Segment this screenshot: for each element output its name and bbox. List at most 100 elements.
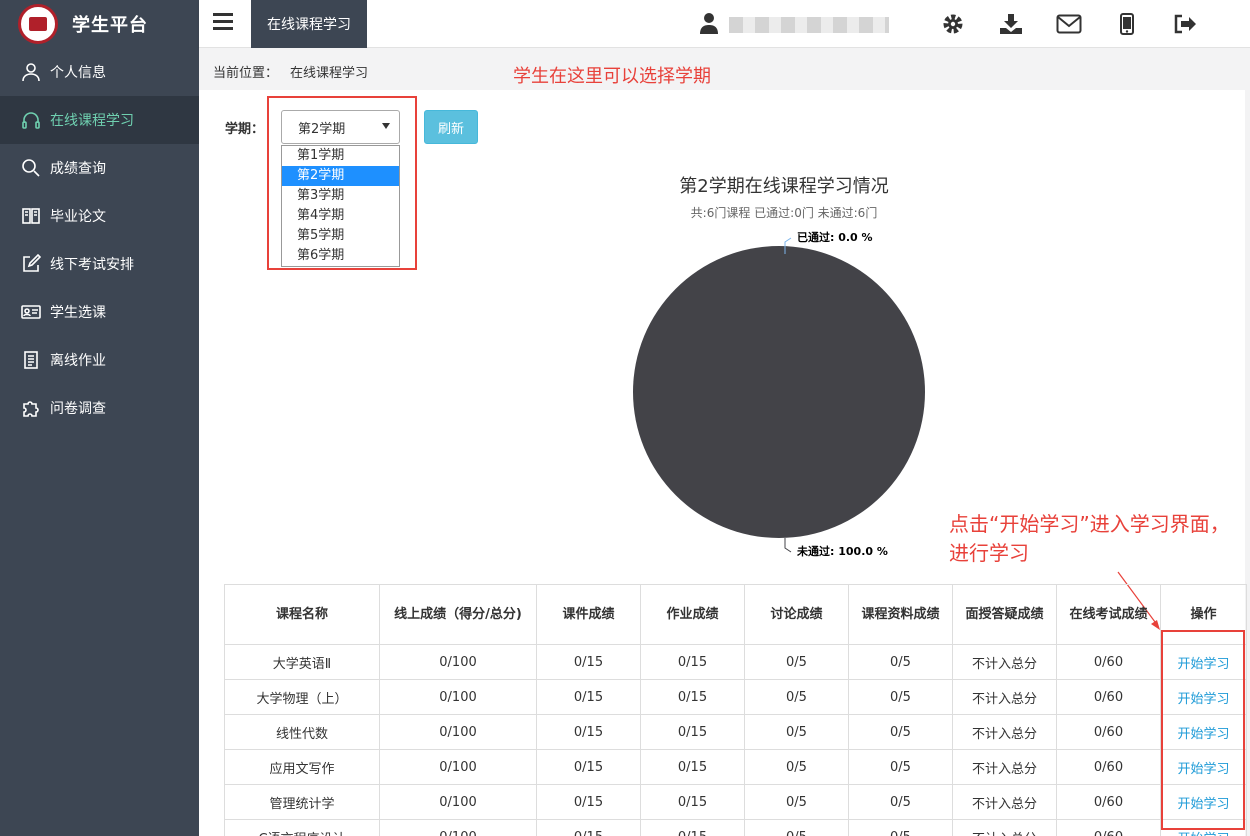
table-cell: 0/15 <box>536 784 641 820</box>
table-cell: 0/100 <box>379 749 537 785</box>
main-content: 当前位置： 在线课程学习 学生在这里可以选择学期 学期： 第2学期 刷新 第1学期… <box>199 48 1250 836</box>
mobile-icon[interactable] <box>1098 12 1156 36</box>
id-card-icon <box>20 301 42 323</box>
sidebar-item-label: 毕业论文 <box>50 209 106 225</box>
start-study-link[interactable]: 开始学习 <box>1177 657 1229 672</box>
table-cell: 0/60 <box>1056 714 1161 750</box>
semester-option[interactable]: 第5学期 <box>282 226 399 246</box>
settings-icon[interactable] <box>924 12 982 36</box>
table-cell: 0/15 <box>536 749 641 785</box>
start-study-link[interactable]: 开始学习 <box>1177 762 1229 777</box>
sidebar: 学生平台 个人信息 在线课程学习 成绩查询 毕业论文 线下考试安排 学生选课 离… <box>0 0 199 836</box>
column-header: 课程名称 <box>224 584 380 645</box>
sidebar-item-thesis[interactable]: 毕业论文 <box>0 192 199 240</box>
semester-option[interactable]: 第3学期 <box>282 186 399 206</box>
table-cell: 0/60 <box>1056 749 1161 785</box>
top-bar: 在线课程学习 <box>199 0 1250 48</box>
table-cell: 0/15 <box>640 819 745 836</box>
user-icon <box>20 61 42 83</box>
sidebar-item-label: 个人信息 <box>50 65 106 81</box>
semester-option[interactable]: 第4学期 <box>282 206 399 226</box>
sidebar-item-course-select[interactable]: 学生选课 <box>0 288 199 336</box>
table-cell: 0/15 <box>640 679 745 715</box>
sidebar-item-offline-exam[interactable]: 线下考试安排 <box>0 240 199 288</box>
table-cell: 不计入总分 <box>952 819 1057 836</box>
table-cell: 应用文写作 <box>224 749 380 785</box>
edit-icon <box>20 253 42 275</box>
start-study-link[interactable]: 开始学习 <box>1177 832 1229 836</box>
start-study-link[interactable]: 开始学习 <box>1177 797 1229 812</box>
sidebar-item-grades[interactable]: 成绩查询 <box>0 144 199 192</box>
semester-option-selected[interactable]: 第2学期 <box>282 166 399 186</box>
tab-online-course[interactable]: 在线课程学习 <box>251 0 367 48</box>
table-cell: 不计入总分 <box>952 644 1057 680</box>
sidebar-item-online-course[interactable]: 在线课程学习 <box>0 96 199 144</box>
table-header-row: 课程名称 线上成绩（得分/总分) 课件成绩 作业成绩 讨论成绩 课程资料成绩 面… <box>224 584 1247 645</box>
table-cell: 0/5 <box>848 679 953 715</box>
pie-slice-1 <box>633 246 925 538</box>
logout-icon[interactable] <box>1156 12 1214 36</box>
table-cell: 0/100 <box>379 644 537 680</box>
user-name-redacted <box>729 17 889 33</box>
table-row: 大学物理（上） 0/100 0/15 0/15 0/5 0/5 不计入总分 0/… <box>224 679 1247 715</box>
sidebar-item-label: 离线作业 <box>50 353 106 369</box>
table-cell: 0/15 <box>640 714 745 750</box>
caret-down-icon <box>382 123 390 129</box>
table-cell: 0/100 <box>379 679 537 715</box>
semester-dropdown: 第1学期 第2学期 第3学期 第4学期 第5学期 第6学期 <box>281 145 400 267</box>
semester-option[interactable]: 第6学期 <box>282 246 399 266</box>
table-cell: 0/100 <box>379 784 537 820</box>
mail-icon[interactable] <box>1040 12 1098 36</box>
menu-toggle-icon[interactable] <box>213 13 233 33</box>
start-study-hint-annotation: 点击“开始学习”进入学习界面，进行学习 <box>949 512 1230 565</box>
sidebar-item-label: 成绩查询 <box>50 161 106 177</box>
breadcrumb-current: 在线课程学习 <box>290 66 369 81</box>
semester-label: 学期： <box>225 122 265 137</box>
sidebar-item-label: 线下考试安排 <box>50 257 134 273</box>
download-icon[interactable] <box>982 12 1040 36</box>
table-cell: 线性代数 <box>224 714 380 750</box>
column-header: 操作 <box>1160 584 1247 645</box>
user-area[interactable] <box>699 12 889 38</box>
table-cell: 0/15 <box>536 819 641 836</box>
table-cell: 不计入总分 <box>952 679 1057 715</box>
column-header: 课程资料成绩 <box>848 584 953 645</box>
sidebar-item-profile[interactable]: 个人信息 <box>0 48 199 96</box>
column-header: 线上成绩（得分/总分) <box>379 584 537 645</box>
semester-option[interactable]: 第1学期 <box>282 146 399 166</box>
document-icon <box>20 349 42 371</box>
pie-leader-line <box>784 538 792 553</box>
table-cell: 0/5 <box>848 749 953 785</box>
table-cell: C语言程序设计 <box>224 819 380 836</box>
sidebar-item-label: 学生选课 <box>50 305 106 321</box>
sidebar-item-offline-homework[interactable]: 离线作业 <box>0 336 199 384</box>
table-cell: 0/15 <box>536 644 641 680</box>
start-study-link[interactable]: 开始学习 <box>1177 727 1229 742</box>
breadcrumb: 当前位置： 在线课程学习 <box>213 62 368 81</box>
sidebar-nav: 个人信息 在线课程学习 成绩查询 毕业论文 线下考试安排 学生选课 离线作业 问… <box>0 48 199 432</box>
table-row: 线性代数 0/100 0/15 0/15 0/5 0/5 不计入总分 0/60 … <box>224 714 1247 750</box>
breadcrumb-prefix: 当前位置： <box>213 66 279 81</box>
sidebar-item-label: 问卷调查 <box>50 401 106 417</box>
table-cell: 开始学习 <box>1160 784 1247 820</box>
book-icon <box>20 205 42 227</box>
table-cell: 0/100 <box>379 714 537 750</box>
pie-data-label: 已通过: 0.0 % <box>797 230 873 244</box>
table-cell: 管理统计学 <box>224 784 380 820</box>
table-cell: 0/5 <box>848 819 953 836</box>
sidebar-item-survey[interactable]: 问卷调查 <box>0 384 199 432</box>
table-cell: 0/15 <box>640 644 745 680</box>
table-row: 应用文写作 0/100 0/15 0/15 0/5 0/5 不计入总分 0/60… <box>224 749 1247 785</box>
semester-select[interactable]: 第2学期 <box>281 110 400 144</box>
start-study-link[interactable]: 开始学习 <box>1177 692 1229 707</box>
table-cell: 开始学习 <box>1160 819 1247 836</box>
refresh-button[interactable]: 刷新 <box>424 110 478 144</box>
chart-subtitle: 共:6门课程 已通过:0门 未通过:6门 <box>690 206 878 220</box>
table-cell: 不计入总分 <box>952 749 1057 785</box>
table-cell: 0/60 <box>1056 644 1161 680</box>
table-cell: 0/60 <box>1056 784 1161 820</box>
column-header: 作业成绩 <box>640 584 745 645</box>
brand: 学生平台 <box>0 0 199 48</box>
table-cell: 0/5 <box>744 819 849 836</box>
table-cell: 0/15 <box>536 679 641 715</box>
